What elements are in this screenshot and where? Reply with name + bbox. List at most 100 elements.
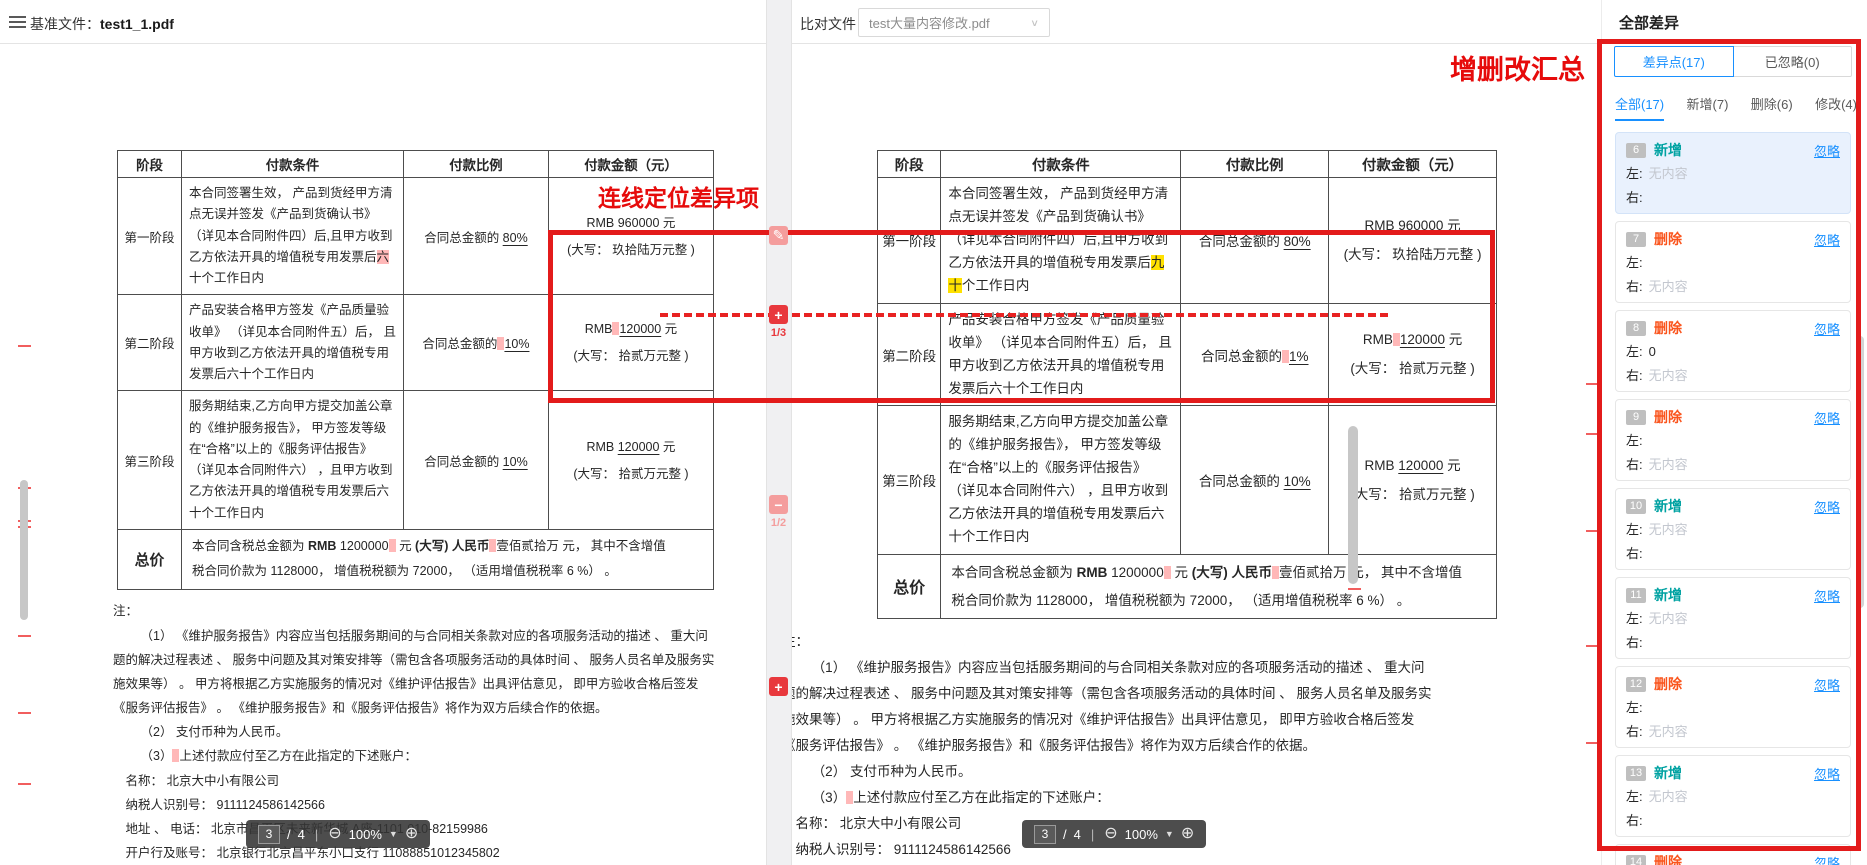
diff-panel-scrollbar[interactable] (1856, 336, 1864, 608)
diff-item-12[interactable]: 12删除忽略左:右:无内容 (1615, 666, 1851, 748)
ignore-link[interactable]: 忽略 (1814, 141, 1840, 160)
diff-left-row: 左:无内容 (1626, 788, 1840, 806)
text-segment: （详见本合同附件六） ，且甲方收到 (189, 463, 392, 477)
condition-line: 乙方依法开具的增值税专用发票后六 (189, 247, 396, 268)
diff-right-prefix: 右: (1626, 546, 1643, 561)
diff-position-tick (1586, 433, 1599, 435)
diff-left-value: 无内容 (1649, 166, 1688, 181)
diff-left-prefix: 左: (1626, 433, 1643, 448)
diff-left-row: 左: (1626, 699, 1840, 717)
text-segment: 壹佰贰拾万 元， 其中不含增值 (496, 539, 665, 553)
page-number-input[interactable]: 3 (258, 825, 280, 844)
remove-diff-icon[interactable]: − (769, 495, 788, 514)
diff-left-row: 左:无内容 (1626, 610, 1840, 628)
diff-item-6[interactable]: 6新增忽略左:无内容右: (1615, 132, 1851, 214)
zoom-caret-icon[interactable]: ▼ (389, 829, 398, 839)
diff-type-label: 删除 (1654, 674, 1682, 694)
text-segment: 点无误并签发《产品到货确认书》 (948, 209, 1151, 224)
diff-position-tick (1586, 645, 1599, 647)
tab-ignored[interactable]: 已忽略(0) (1733, 46, 1853, 77)
text-segment: 上述付款应付至乙方在此指定的下述账户： (179, 749, 417, 763)
total-cell: 本合同含税总金额为 RMB 1200000 元 (大写) 人民币壹佰贰拾万 元，… (941, 555, 1497, 619)
stage-cell: 第二阶段 (118, 295, 182, 391)
text-segment: 发票后六十个工作日内 (189, 367, 314, 381)
zoom-in-icon-right[interactable]: ⊕ (1181, 826, 1194, 842)
add-diff-icon-2[interactable]: + (769, 677, 788, 696)
ignore-link[interactable]: 忽略 (1814, 319, 1840, 338)
diff-left-row: 左: (1626, 432, 1840, 450)
compare-page-toolbar: 3 / 4 | ⊖ 100% ▼ ⊕ (1022, 820, 1206, 848)
page-number-input-right[interactable]: 3 (1034, 825, 1056, 844)
menu-icon[interactable] (9, 16, 26, 29)
table-row: 第三阶段服务期结束,乙方向甲方提交加盖公章的《维护服务报告》， 甲方签发等级在“… (878, 406, 1497, 555)
text-segment: 合同总金额的 (1201, 349, 1282, 364)
add-diff-icon[interactable]: + (769, 305, 788, 324)
ignore-link[interactable]: 忽略 (1814, 764, 1840, 783)
text-segment: 元 (661, 322, 677, 336)
filter-deleted[interactable]: 删除(6) (1751, 94, 1793, 121)
diff-index-badge: 8 (1626, 321, 1646, 336)
text-segment: 80% (1284, 234, 1311, 249)
total-line: 本合同含税总金额为 RMB 1200000 元 (大写) 人民币壹佰贰拾万 元，… (192, 534, 703, 560)
amount-line: (大写： 拾贰万元整 ) (551, 464, 711, 484)
diff-list[interactable]: 6新增忽略左:无内容右:7删除忽略左:右:无内容8删除忽略左:0右:无内容9删除… (1602, 130, 1867, 865)
text-segment: 发票后六十个工作日内 (948, 381, 1083, 396)
ignore-link[interactable]: 忽略 (1814, 230, 1840, 249)
tab-diff-points[interactable]: 差异点(17) (1614, 46, 1734, 77)
diff-right-row: 右:无内容 (1626, 367, 1840, 385)
amount-line: RMB 960000 元 (551, 213, 711, 233)
ratio-cell: 合同总金额的 80% (403, 178, 548, 295)
right-pane-scrollbar[interactable] (1348, 426, 1358, 584)
text-segment: 合同总金额的 (422, 337, 497, 351)
condition-cell: 本合同签署生效， 产品到货经甲方清点无误并签发《产品到货确认书》（详见本合同附件… (941, 178, 1181, 304)
text-segment: 十个工作日内 (189, 271, 264, 285)
diff-item-9[interactable]: 9删除忽略左:右:无内容 (1615, 399, 1851, 481)
zoom-caret-icon-right[interactable]: ▼ (1165, 829, 1174, 839)
ratio-cell: 合同总金额的 10% (1181, 406, 1329, 555)
diff-item-14[interactable]: 14删除忽略左:右:无内容 (1615, 844, 1851, 865)
ignore-link[interactable]: 忽略 (1814, 853, 1840, 865)
text-segment: 乙方依法开具的增值税专用发票后 (948, 255, 1151, 270)
ignore-link[interactable]: 忽略 (1814, 586, 1840, 605)
zoom-out-icon-right[interactable]: ⊖ (1104, 826, 1117, 842)
filter-modified[interactable]: 修改(4) (1815, 94, 1857, 121)
zoom-out-icon[interactable]: ⊖ (328, 826, 341, 842)
compare-filename: test大量内容修改.pdf (869, 13, 990, 32)
diff-item-7[interactable]: 7删除忽略左:右:无内容 (1615, 221, 1851, 303)
diff-item-8[interactable]: 8删除忽略左:0右:无内容 (1615, 310, 1851, 392)
left-pane-scrollbar[interactable] (20, 480, 28, 620)
table-row: 第二阶段产品安装合格甲方签发《产品质量验收单》 （详见本合同附件五）后， 且甲方… (118, 295, 714, 391)
diff-left-prefix: 左: (1626, 522, 1643, 537)
diff-item-11[interactable]: 11新增忽略左:无内容右: (1615, 577, 1851, 659)
note-line: 施效果等） 。 甲方将根据乙方实施服务的情况对《维护评估报告》出具评估意见， 即… (113, 672, 763, 696)
filter-all[interactable]: 全部(17) (1615, 94, 1664, 121)
diff-mark (1272, 566, 1279, 579)
zoom-in-icon[interactable]: ⊕ (405, 826, 418, 842)
text-segment: 元 (659, 440, 675, 454)
ignore-link[interactable]: 忽略 (1814, 675, 1840, 694)
compare-page: 阶段付款条件付款比例付款金额（元）第一阶段本合同签署生效， 产品到货经甲方清点无… (782, 44, 1497, 865)
condition-line: 产品安装合格甲方签发《产品质量验 (189, 300, 396, 321)
text-segment: 10% (503, 455, 528, 469)
text-segment: 元 (1171, 565, 1192, 580)
text-segment: (大写： 玖拾陆万元整 ) (567, 243, 695, 257)
compare-document-pane[interactable]: 阶段付款条件付款比例付款金额（元）第一阶段本合同签署生效， 产品到货经甲方清点无… (782, 44, 1497, 865)
diff-item-13[interactable]: 13新增忽略左:无内容右: (1615, 755, 1851, 837)
baseline-label: 基准文件： (30, 16, 100, 32)
ignore-link[interactable]: 忽略 (1814, 497, 1840, 516)
diff-item-header: 14删除忽略 (1626, 853, 1840, 865)
compare-file-select[interactable]: test大量内容修改.pdf ∨ (858, 8, 1050, 37)
top-header-bar: 基准文件：test1_1.pdf 比对文件： test大量内容修改.pdf ∨ (0, 0, 1601, 44)
text-segment: RMB (1365, 458, 1399, 473)
filter-added[interactable]: 新增(7) (1687, 94, 1729, 121)
text-segment: (大写： 玖拾陆万元整 ) (1344, 247, 1482, 262)
edit-diff-icon[interactable]: ✎ (769, 226, 788, 245)
ignore-link[interactable]: 忽略 (1814, 408, 1840, 427)
diff-type-label: 新增 (1654, 763, 1682, 783)
baseline-document-pane[interactable]: 阶段付款条件付款比例付款金额（元）第一阶段本合同签署生效， 产品到货经甲方清点无… (113, 44, 763, 865)
condition-line: 乙方依法开具的增值税专用发票后六 (948, 503, 1173, 526)
toolbar-divider: | (315, 827, 318, 842)
diff-item-10[interactable]: 10新增忽略左:无内容右: (1615, 488, 1851, 570)
diff-right-value: 无内容 (1649, 724, 1688, 739)
text-segment: 纳税人识别号： 9111124586142566 (796, 842, 1011, 857)
